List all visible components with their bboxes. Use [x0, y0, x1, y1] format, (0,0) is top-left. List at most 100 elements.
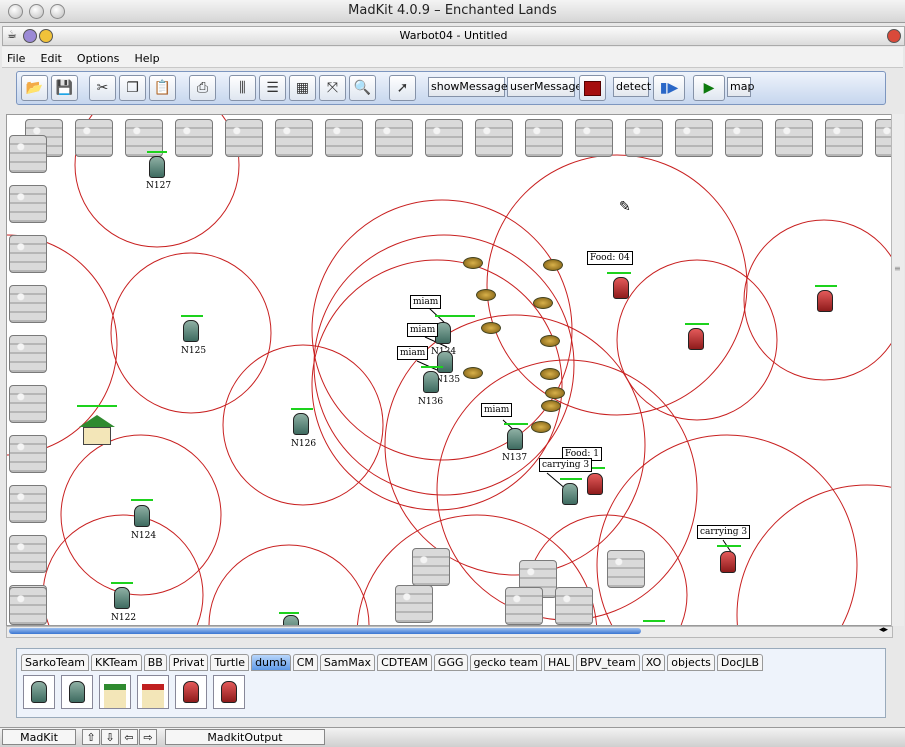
red-robot[interactable]: [688, 328, 704, 350]
simulation-viewport[interactable]: N127 N125 N126 N124 N122 N134 N135 N136 …: [6, 114, 893, 626]
align-vertical-icon[interactable]: ☰: [259, 75, 286, 101]
step-icon[interactable]: ▮▶: [653, 75, 685, 101]
robot-n136[interactable]: [423, 371, 439, 393]
save-icon[interactable]: 💾: [51, 75, 78, 101]
stone-wall: [675, 119, 713, 157]
copy-icon[interactable]: ❐: [119, 75, 146, 101]
food-item: [541, 400, 561, 412]
stone-wall: [9, 135, 47, 173]
tab-bb[interactable]: BB: [143, 654, 167, 671]
user-message-button[interactable]: userMessage: [507, 77, 582, 97]
stop-icon: [584, 81, 601, 96]
health-bar: [291, 408, 313, 410]
frame-close-button[interactable]: [887, 29, 901, 43]
palette-green-explorer[interactable]: [61, 675, 93, 709]
open-folder-icon[interactable]: 📂: [21, 75, 48, 101]
stone-wall: [9, 485, 47, 523]
robot-n135[interactable]: [437, 351, 453, 373]
robot-carrier[interactable]: [562, 483, 578, 505]
tab-sammax[interactable]: SamMax: [319, 654, 376, 671]
message-bubble: carrying 3: [539, 458, 593, 472]
arrow-down-icon[interactable]: ⇩: [101, 729, 119, 745]
stop-button[interactable]: [579, 75, 606, 101]
window-titlebar: MadKit 4.0.9 – Enchanted Lands: [0, 0, 905, 23]
cut-icon[interactable]: ✂: [89, 75, 116, 101]
robot-n127[interactable]: [149, 156, 165, 178]
arrow-right-icon[interactable]: ⇨: [139, 729, 157, 745]
robot-n122[interactable]: [114, 587, 130, 609]
tab-privat[interactable]: Privat: [168, 654, 209, 671]
paste-icon[interactable]: 📋: [149, 75, 176, 101]
robot-n124[interactable]: [134, 505, 150, 527]
palette-red-base[interactable]: [137, 675, 169, 709]
red-robot[interactable]: [587, 473, 603, 495]
stone-wall: [505, 587, 543, 625]
menu-options[interactable]: Options: [72, 49, 124, 68]
health-bar: [131, 499, 153, 501]
red-robot[interactable]: [817, 290, 833, 312]
stone-wall: [225, 119, 263, 157]
tab-bpv-team[interactable]: BPV_team: [575, 654, 640, 671]
red-robot[interactable]: [720, 551, 736, 573]
stone-wall: [9, 535, 47, 573]
tab-hal[interactable]: HAL: [544, 654, 574, 671]
menu-bar: File Edit Options Help: [2, 47, 903, 68]
health-bar: [685, 323, 709, 325]
horizontal-scrollbar[interactable]: ◂▸: [6, 625, 893, 638]
red-explorer-icon: [221, 681, 237, 703]
vertical-scrollbar[interactable]: ≡: [891, 114, 904, 626]
menu-file[interactable]: File: [2, 49, 30, 68]
palette-red-robot[interactable]: [175, 675, 207, 709]
tab-cm[interactable]: CM: [292, 654, 318, 671]
tab-gecko-team[interactable]: gecko team: [469, 654, 543, 671]
madkit-output-button[interactable]: MadkitOutput: [165, 729, 325, 745]
stone-wall: [9, 285, 47, 323]
food-item: [540, 368, 560, 380]
tab-dumb[interactable]: dumb: [251, 654, 291, 671]
message-bubble: miam: [407, 323, 439, 337]
stone-wall: [395, 585, 433, 623]
stone-wall: [9, 385, 47, 423]
tab-kkteam[interactable]: KKTeam: [91, 654, 142, 671]
food-item: [543, 259, 563, 271]
detect-button[interactable]: detect: [613, 77, 651, 97]
red-robot[interactable]: [613, 277, 629, 299]
arrow-left-icon[interactable]: ⇦: [120, 729, 138, 745]
palette-green-base[interactable]: [99, 675, 131, 709]
palette-red-explorer[interactable]: [213, 675, 245, 709]
tab-cdteam[interactable]: CDTEAM: [377, 654, 432, 671]
tab-objects[interactable]: objects: [667, 654, 715, 671]
menu-edit[interactable]: Edit: [36, 49, 67, 68]
print-icon[interactable]: ⎙: [189, 75, 216, 101]
pointer-cursor-icon: ✎: [619, 199, 631, 215]
arrow-up-icon[interactable]: ⇧: [82, 729, 100, 745]
stone-wall: [375, 119, 413, 157]
health-bar: [435, 315, 475, 317]
scroll-thumb[interactable]: [9, 628, 641, 634]
robot-partial[interactable]: [283, 615, 299, 625]
tab-sarkoteam[interactable]: SarkoTeam: [21, 654, 90, 671]
grid-icon[interactable]: ▦: [289, 75, 316, 101]
show-messages-button[interactable]: showMessages: [428, 77, 513, 97]
tab-ggg[interactable]: GGG: [433, 654, 468, 671]
run-icon[interactable]: ▶: [693, 75, 725, 101]
pointer-icon[interactable]: ➚: [389, 75, 416, 101]
tab-turtle[interactable]: Turtle: [210, 654, 250, 671]
map-button[interactable]: map: [727, 77, 754, 97]
menu-help[interactable]: Help: [129, 49, 164, 68]
scroll-arrows-icon[interactable]: ◂▸: [879, 625, 888, 635]
tab-xo[interactable]: XO: [641, 654, 666, 671]
agent-label: N126: [291, 439, 317, 449]
stone-wall: [9, 435, 47, 473]
madkit-button[interactable]: MadKit: [2, 729, 76, 745]
palette-green-robot[interactable]: [23, 675, 55, 709]
health-bar: [643, 620, 665, 622]
zoom-icon[interactable]: 🔍: [349, 75, 376, 101]
robot-n125[interactable]: [183, 320, 199, 342]
fit-view-icon[interactable]: ⤧: [319, 75, 346, 101]
robot-n137[interactable]: [507, 428, 523, 450]
tab-docjlb[interactable]: DocJLB: [716, 654, 764, 671]
frame-title: Warbot04 - Untitled: [399, 29, 508, 42]
align-horizontal-icon[interactable]: ⫼: [229, 75, 256, 101]
robot-n126[interactable]: [293, 413, 309, 435]
